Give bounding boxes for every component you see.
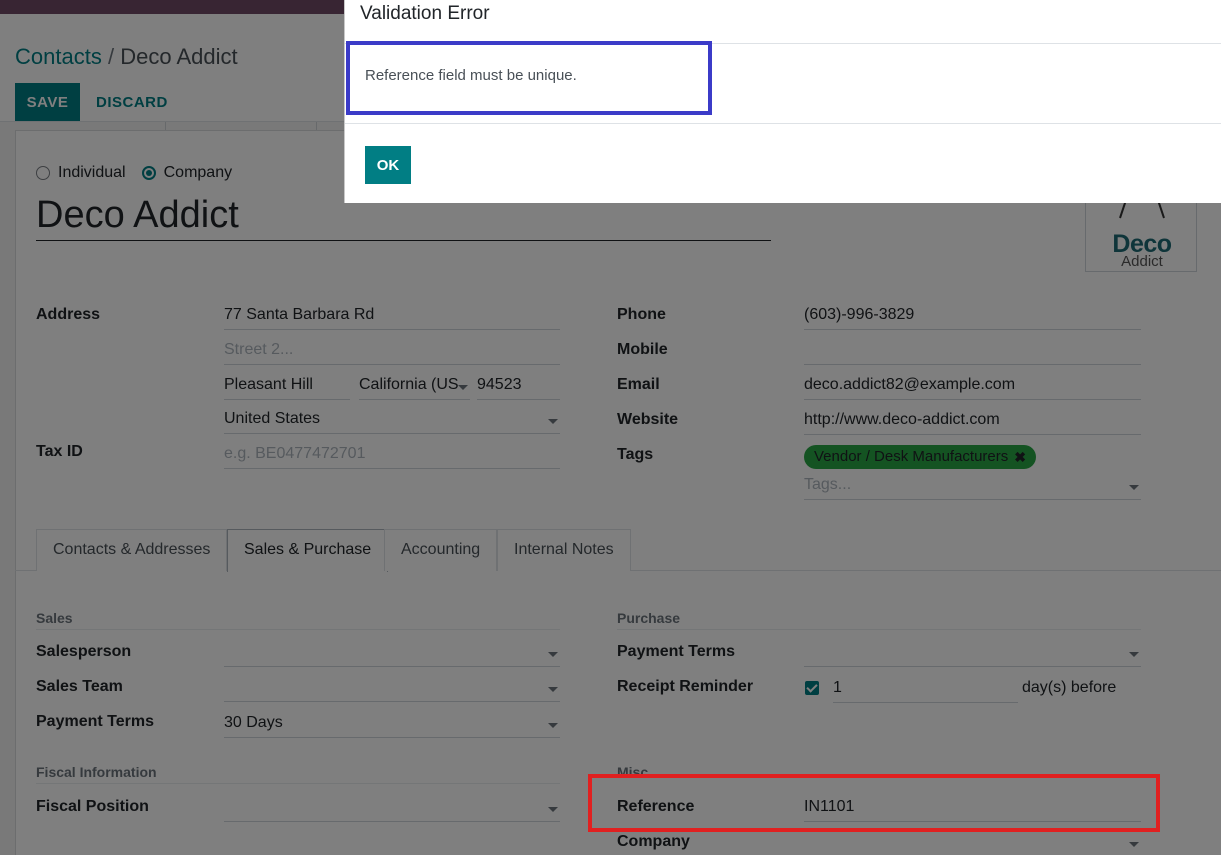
ok-button[interactable]: OK <box>365 146 411 184</box>
message-highlight-box <box>346 41 712 115</box>
dialog-title: Validation Error <box>360 3 490 24</box>
dialog-header: Validation Error <box>345 0 1221 44</box>
dialog-footer: OK <box>345 123 1221 203</box>
reference-highlight-box <box>588 774 1160 832</box>
